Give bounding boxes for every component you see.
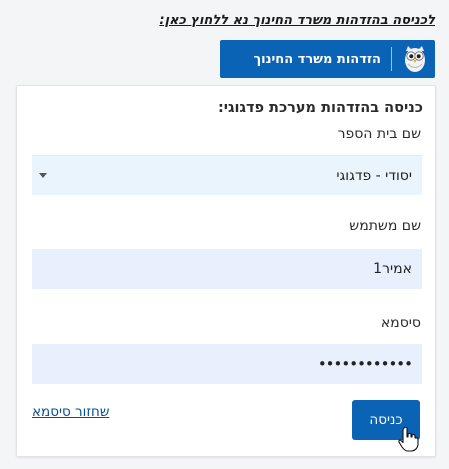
login-form-title: כניסה בהזדהות מערכת פדגוגי: — [217, 100, 423, 116]
school-select-value: יסודי - פדגוגי — [336, 167, 412, 184]
owl-logo-icon — [401, 44, 429, 74]
hand-cursor-icon — [398, 426, 419, 452]
username-input[interactable]: אמיר1 — [32, 249, 422, 289]
username-label: שם משתמש — [349, 218, 421, 234]
password-input[interactable]: •••••••••••• — [32, 344, 422, 384]
ministry-login-link[interactable]: לכניסה בהזדהות משרד החינוך נא ללחוץ כאן: — [159, 13, 435, 28]
login-card: כניסה בהזדהות מערכת פדגוגי: שם בית הספר … — [16, 85, 436, 457]
school-select[interactable]: יסודי - פדגוגי — [32, 155, 422, 195]
password-value: •••••••••••• — [317, 355, 413, 373]
ministry-login-button[interactable]: הזדהות משרד החינוך — [220, 40, 435, 78]
reset-password-link[interactable]: שחזור סיסמא — [32, 404, 109, 420]
school-name-label: שם בית הספר — [337, 126, 421, 142]
chevron-down-icon — [39, 172, 47, 178]
username-value: אמיר1 — [373, 261, 412, 277]
button-divider — [391, 47, 392, 71]
password-label: סיסמא — [380, 315, 421, 331]
ministry-button-label: הזדהות משרד החינוך — [253, 51, 381, 67]
